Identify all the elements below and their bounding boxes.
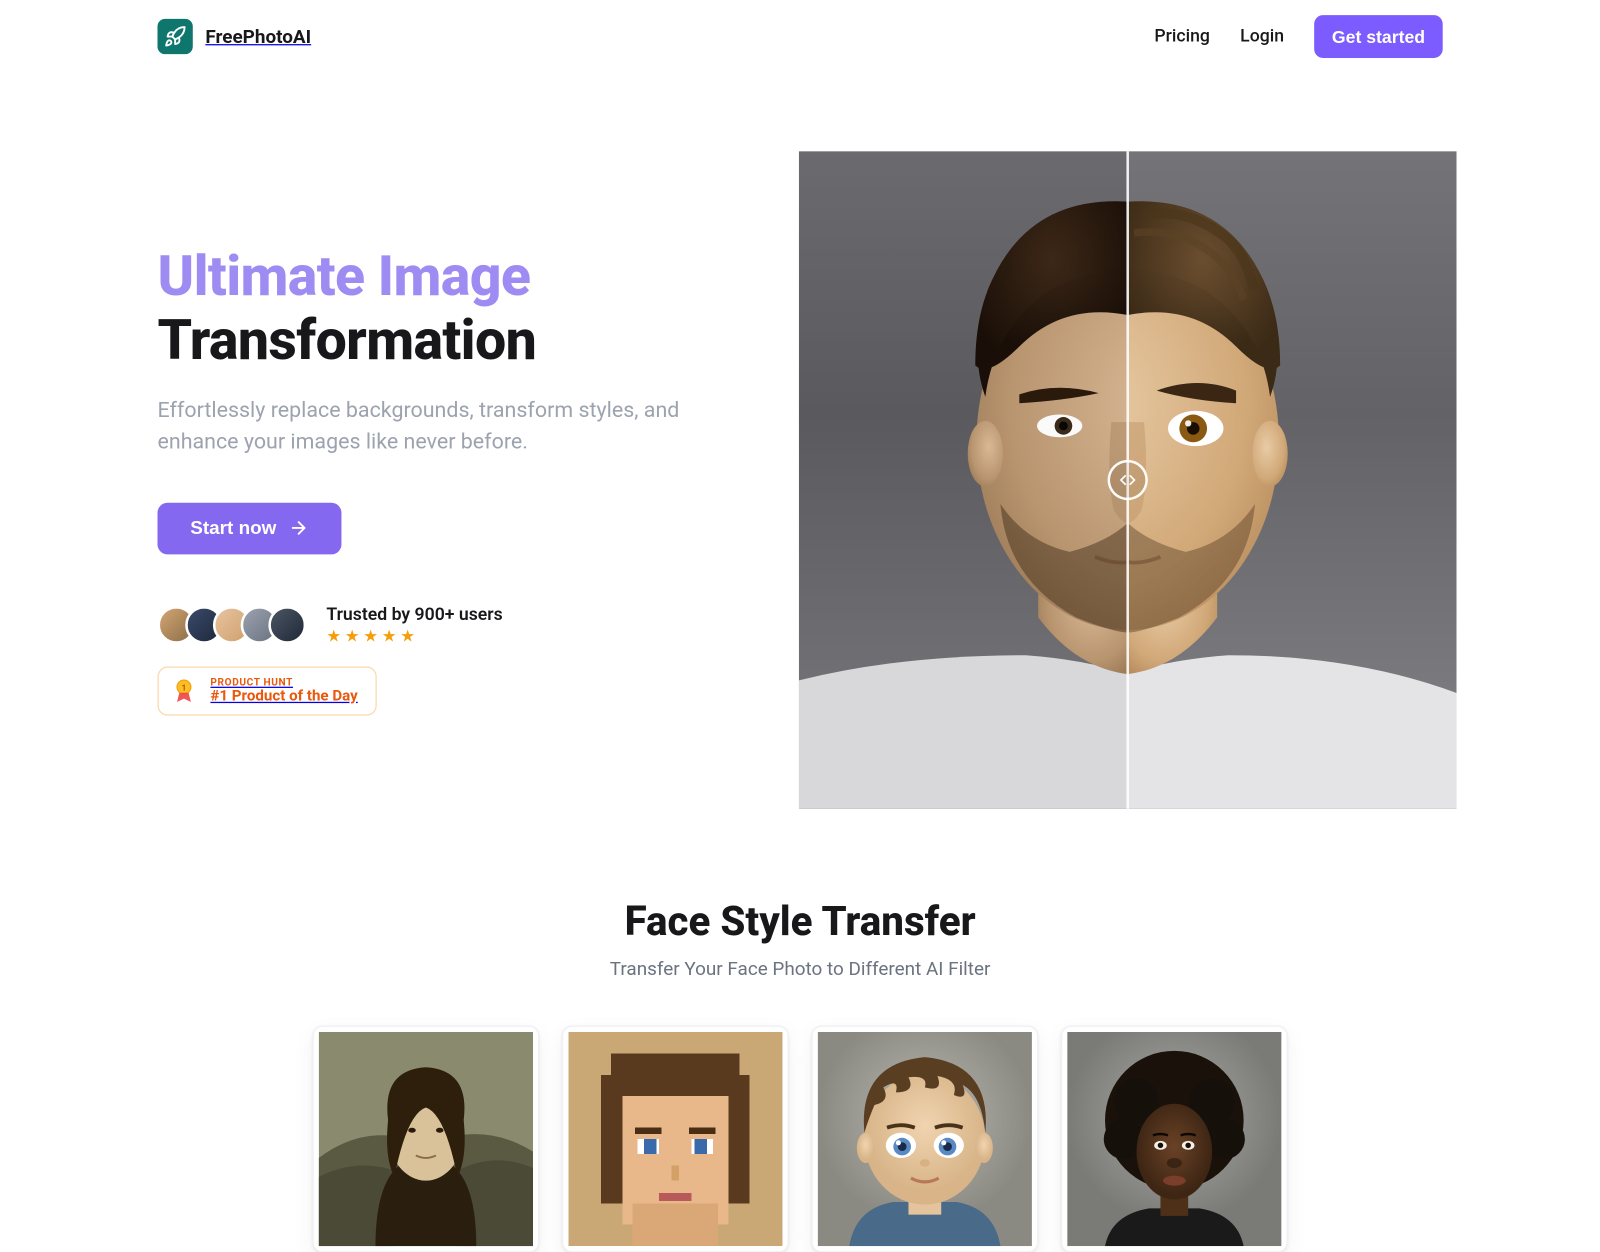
nav-right: Pricing Login Get started (1154, 15, 1442, 58)
start-now-label: Start now (190, 517, 276, 538)
before-after-compare[interactable] (799, 151, 1457, 809)
start-now-button[interactable]: Start now (158, 502, 342, 554)
section-subtitle: Transfer Your Face Photo to Different AI… (158, 958, 1443, 981)
social-proof-row: Trusted by 900+ users ★ ★ ★ ★ ★ (158, 604, 736, 646)
section-title: Face Style Transfer (158, 897, 1443, 945)
brand-name: FreePhotoAI (205, 25, 311, 48)
avatar-stack (158, 606, 307, 644)
before-image (799, 151, 1128, 809)
star-icon: ★ (345, 627, 360, 646)
filter-thumb (818, 1032, 1032, 1246)
hero-title-main: Transformation (158, 307, 537, 373)
ph-title: #1 Product of the Day (210, 688, 357, 705)
get-started-label: Get started (1332, 26, 1425, 46)
logo-link[interactable]: FreePhotoAI (158, 19, 312, 54)
arrow-right-icon (289, 518, 309, 538)
filter-card-classical[interactable] (312, 1026, 539, 1252)
filter-card-portrait[interactable] (1061, 1026, 1288, 1252)
filter-thumb (568, 1032, 782, 1246)
hero-section: Ultimate Image Transformation Effortless… (158, 73, 1443, 884)
hero-cta-wrap: Start now (158, 502, 736, 554)
star-rating: ★ ★ ★ ★ ★ (326, 627, 502, 646)
trust-text: Trusted by 900+ users ★ ★ ★ ★ ★ (326, 604, 502, 646)
filter-card-3d-cartoon[interactable] (811, 1026, 1038, 1252)
star-icon: ★ (400, 627, 415, 646)
filter-thumb (1067, 1032, 1281, 1246)
product-hunt-badge[interactable]: 1 PRODUCT HUNT #1 Product of the Day (158, 666, 377, 715)
nav-pricing[interactable]: Pricing (1154, 26, 1210, 46)
filter-grid (158, 1026, 1443, 1252)
rocket-icon (158, 19, 193, 54)
after-image (1128, 151, 1457, 809)
face-style-section: Face Style Transfer Transfer Your Face P… (158, 885, 1443, 1252)
star-icon: ★ (363, 627, 378, 646)
hero-subtitle: Effortlessly replace backgrounds, transf… (158, 395, 687, 459)
medal-icon: 1 (170, 677, 198, 705)
hero-right (799, 151, 1457, 809)
nav-login[interactable]: Login (1240, 26, 1284, 46)
trusted-by-label: Trusted by 900+ users (326, 604, 502, 624)
svg-text:1: 1 (182, 684, 187, 693)
get-started-button[interactable]: Get started (1314, 15, 1442, 58)
star-icon: ★ (326, 627, 341, 646)
avatar (268, 606, 306, 644)
top-nav: FreePhotoAI Pricing Login Get started (158, 15, 1443, 58)
compare-slider-handle[interactable] (1108, 460, 1148, 500)
star-icon: ★ (382, 627, 397, 646)
filter-card-pixel[interactable] (562, 1026, 789, 1252)
ph-text-wrap: PRODUCT HUNT #1 Product of the Day (210, 676, 357, 705)
hero-title: Ultimate Image Transformation (158, 245, 736, 372)
hero-left: Ultimate Image Transformation Effortless… (158, 245, 736, 715)
hero-title-accent: Ultimate Image (158, 244, 531, 310)
filter-thumb (319, 1032, 533, 1246)
arrows-horizontal-icon (1118, 470, 1138, 490)
site-header: FreePhotoAI Pricing Login Get started (158, 0, 1443, 73)
